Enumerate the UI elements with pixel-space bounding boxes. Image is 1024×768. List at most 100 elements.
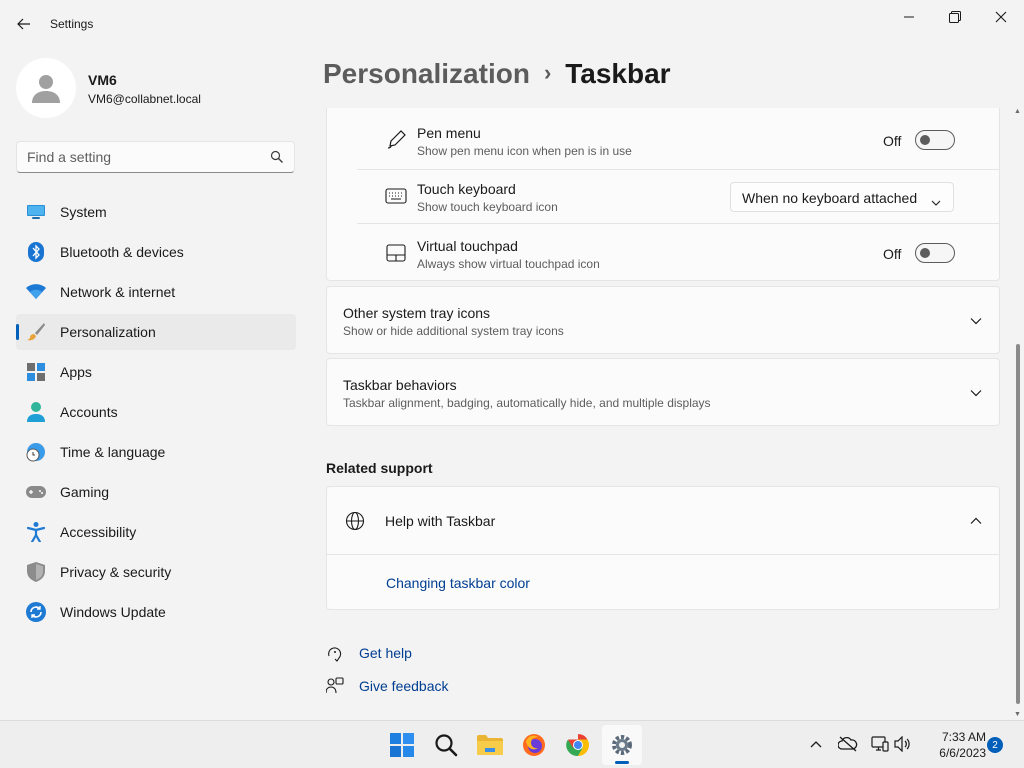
- other-system-tray-icons-expander[interactable]: Other system tray icons Show or hide add…: [326, 286, 1000, 354]
- back-arrow-icon: [17, 18, 30, 30]
- breadcrumb-parent[interactable]: Personalization: [323, 58, 530, 89]
- settings-search: [16, 141, 295, 173]
- expander-subtitle: Show or hide additional system tray icon…: [343, 324, 564, 338]
- scroll-up-arrow-icon[interactable]: ▲: [1014, 108, 1021, 115]
- expander-subtitle: Taskbar alignment, badging, automaticall…: [343, 396, 711, 410]
- virtual-touchpad-state: Off: [883, 246, 902, 262]
- sidebar-nav: System Bluetooth & devices Network & int…: [16, 194, 296, 634]
- taskbar-corner-icons-card: Pen menu Show pen menu icon when pen is …: [326, 108, 1000, 281]
- firefox-icon: [523, 734, 545, 756]
- bluetooth-icon: [26, 242, 46, 262]
- volume-icon: [894, 736, 910, 752]
- show-hidden-icons-button[interactable]: [805, 733, 827, 755]
- accessibility-icon: [26, 522, 46, 542]
- scroll-down-arrow-icon[interactable]: ▼: [1014, 711, 1021, 718]
- help-with-taskbar-card: Help with Taskbar Changing taskbar color: [326, 486, 1000, 610]
- minimize-button[interactable]: [886, 2, 932, 32]
- taskbar-clock[interactable]: 7:33 AM 6/6/2023: [918, 729, 986, 761]
- sidebar-item-label: Time & language: [60, 444, 166, 460]
- onedrive-offline-icon: [838, 736, 858, 752]
- close-button[interactable]: [978, 2, 1024, 32]
- notification-badge[interactable]: 2: [987, 737, 1003, 753]
- feedback-icon: [326, 677, 344, 698]
- back-button[interactable]: [10, 10, 38, 38]
- taskbar-search-button[interactable]: [426, 725, 466, 765]
- row-subtitle: Show pen menu icon when pen is in use: [417, 144, 632, 158]
- chevron-down-icon[interactable]: [969, 314, 983, 328]
- changing-taskbar-color-link[interactable]: Changing taskbar color: [386, 575, 530, 591]
- get-help-label: Get help: [359, 645, 412, 661]
- sidebar-item-network[interactable]: Network & internet: [16, 274, 296, 310]
- touchpad-icon: [385, 242, 407, 264]
- sidebar-item-bluetooth[interactable]: Bluetooth & devices: [16, 234, 296, 270]
- sidebar-item-label: Gaming: [60, 484, 110, 500]
- sidebar-item-privacy-security[interactable]: Privacy & security: [16, 554, 296, 590]
- sidebar-item-label: Bluetooth & devices: [60, 244, 184, 260]
- sidebar-item-label: Accounts: [60, 404, 118, 420]
- sidebar-item-accessibility[interactable]: Accessibility: [16, 514, 296, 550]
- row-title: Pen menu: [417, 125, 481, 141]
- chevron-down-icon: [931, 193, 941, 209]
- system-icon: [26, 202, 46, 222]
- chevron-up-icon[interactable]: [969, 514, 983, 528]
- clock-time: 7:33 AM: [941, 730, 986, 744]
- avatar: [16, 58, 76, 118]
- file-explorer-icon: [477, 735, 503, 755]
- content-scrollbar[interactable]: ▲ ▼: [1013, 108, 1023, 720]
- user-avatar-icon: [32, 75, 60, 103]
- volume-button[interactable]: [892, 733, 914, 755]
- restore-button[interactable]: [932, 2, 978, 32]
- sidebar-item-label: Windows Update: [60, 604, 166, 620]
- breadcrumb-separator: ›: [543, 60, 552, 85]
- user-name: VM6: [88, 72, 117, 88]
- row-title: Touch keyboard: [417, 181, 516, 197]
- keyboard-icon: [385, 185, 407, 207]
- sidebar-item-accounts[interactable]: Accounts: [16, 394, 296, 430]
- toggle-knob: [920, 135, 930, 145]
- touch-keyboard-dropdown[interactable]: When no keyboard attached: [730, 182, 954, 212]
- onedrive-button[interactable]: [837, 733, 859, 755]
- clock-globe-icon: [26, 442, 46, 462]
- get-help-link-row[interactable]: Get help: [326, 644, 466, 666]
- help-with-taskbar-header[interactable]: Help with Taskbar: [327, 487, 999, 554]
- give-feedback-link-row[interactable]: Give feedback: [326, 677, 486, 699]
- sidebar-item-time-language[interactable]: Time & language: [16, 434, 296, 470]
- help-title: Help with Taskbar: [385, 513, 496, 529]
- taskbar-behaviors-expander[interactable]: Taskbar behaviors Taskbar alignment, bad…: [326, 358, 1000, 426]
- pen-icon: [385, 129, 407, 151]
- sidebar-item-apps[interactable]: Apps: [16, 354, 296, 390]
- scrollbar-thumb[interactable]: [1016, 344, 1020, 704]
- dropdown-value: When no keyboard attached: [742, 190, 918, 206]
- sidebar-item-label: Apps: [60, 364, 92, 380]
- search-icon[interactable]: [270, 150, 284, 167]
- file-explorer-button[interactable]: [470, 725, 510, 765]
- sidebar-item-gaming[interactable]: Gaming: [16, 474, 296, 510]
- search-input[interactable]: [17, 142, 257, 172]
- row-subtitle: Show touch keyboard icon: [417, 200, 558, 214]
- start-button[interactable]: [382, 725, 422, 765]
- restore-icon: [949, 11, 961, 23]
- content-area: Pen menu Show pen menu icon when pen is …: [326, 108, 1000, 720]
- row-divider: [327, 554, 999, 555]
- firefox-button[interactable]: [514, 725, 554, 765]
- sidebar-item-personalization[interactable]: Personalization: [16, 314, 296, 350]
- sidebar-item-label: Personalization: [60, 324, 156, 340]
- user-email: VM6@collabnet.local: [88, 92, 201, 106]
- sidebar-item-windows-update[interactable]: Windows Update: [16, 594, 296, 630]
- chevron-down-icon[interactable]: [969, 386, 983, 400]
- chevron-up-icon: [810, 741, 822, 748]
- pen-menu-state: Off: [883, 133, 902, 149]
- sidebar-item-system[interactable]: System: [16, 194, 296, 230]
- chrome-button[interactable]: [558, 725, 598, 765]
- virtual-touchpad-toggle[interactable]: [915, 243, 955, 263]
- gamepad-icon: [26, 482, 46, 502]
- related-support-heading: Related support: [326, 460, 433, 476]
- pen-menu-toggle[interactable]: [915, 130, 955, 150]
- wifi-icon: [26, 282, 46, 302]
- settings-taskbar-button[interactable]: [602, 725, 642, 765]
- windows-taskbar: 7:33 AM 6/6/2023 2: [0, 720, 1024, 768]
- network-button[interactable]: [869, 733, 891, 755]
- row-divider: [357, 169, 999, 170]
- breadcrumb: Personalization › Taskbar: [323, 58, 671, 90]
- shield-icon: [26, 562, 46, 582]
